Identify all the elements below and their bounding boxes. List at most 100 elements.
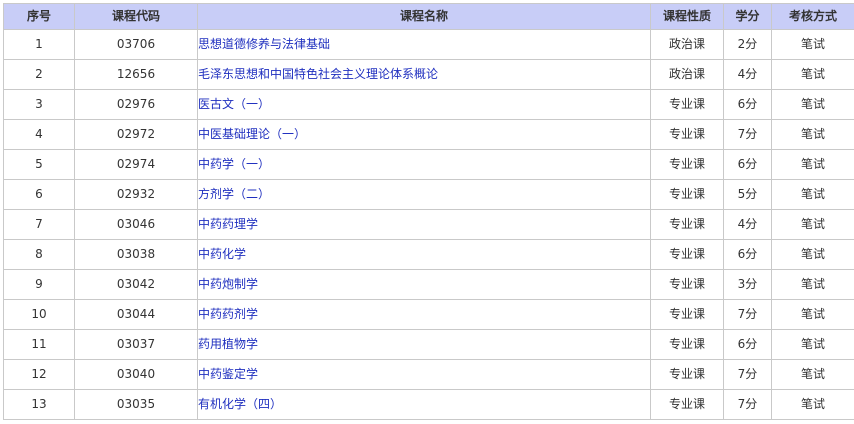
cell-name: 药用植物学 (197, 329, 651, 360)
course-name-link[interactable]: 思想道德修养与法律基础 (199, 37, 331, 51)
cell-name: 方剂学（二） (197, 179, 651, 210)
cell-credits: 2分 (723, 29, 772, 60)
cell-type: 专业课 (650, 239, 724, 270)
cell-index: 7 (3, 209, 75, 240)
cell-type: 政治课 (650, 29, 724, 60)
cell-exam: 笔试 (771, 59, 854, 90)
cell-exam: 笔试 (771, 179, 854, 210)
cell-index: 1 (3, 29, 75, 60)
table-row: 5 02974 中药学（一） 专业课 6分 笔试 (3, 149, 854, 180)
cell-type: 专业课 (650, 119, 724, 150)
cell-name: 中医基础理论（一） (197, 119, 651, 150)
cell-type: 专业课 (650, 269, 724, 300)
cell-credits: 7分 (723, 359, 772, 390)
cell-credits: 3分 (723, 269, 772, 300)
column-header-type: 课程性质 (650, 3, 724, 30)
table-header-row: 序号 课程代码 课程名称 课程性质 学分 考核方式 (3, 3, 854, 30)
cell-code: 03706 (74, 29, 198, 60)
cell-type: 专业课 (650, 359, 724, 390)
table-row: 10 03044 中药药剂学 专业课 7分 笔试 (3, 299, 854, 330)
cell-name: 中药化学 (197, 239, 651, 270)
cell-credits: 6分 (723, 89, 772, 120)
cell-code: 02972 (74, 119, 198, 150)
cell-exam: 笔试 (771, 299, 854, 330)
course-name-link[interactable]: 中药化学 (199, 247, 247, 261)
cell-name: 思想道德修养与法律基础 (197, 29, 651, 60)
cell-credits: 4分 (723, 209, 772, 240)
cell-credits: 7分 (723, 389, 772, 420)
cell-code: 03035 (74, 389, 198, 420)
cell-index: 8 (3, 239, 75, 270)
cell-type: 专业课 (650, 299, 724, 330)
cell-credits: 7分 (723, 119, 772, 150)
course-name-link[interactable]: 中医基础理论（一） (199, 127, 307, 141)
cell-code: 03046 (74, 209, 198, 240)
cell-name: 中药炮制学 (197, 269, 651, 300)
column-header-index: 序号 (3, 3, 75, 30)
table-row: 3 02976 医古文（一） 专业课 6分 笔试 (3, 89, 854, 120)
table-row: 7 03046 中药药理学 专业课 4分 笔试 (3, 209, 854, 240)
course-name-link[interactable]: 药用植物学 (199, 337, 259, 351)
cell-credits: 5分 (723, 179, 772, 210)
course-table: 序号 课程代码 课程名称 课程性质 学分 考核方式 1 03706 思想道德修养与法… (3, 3, 854, 420)
course-name-link[interactable]: 中药鉴定学 (199, 367, 259, 381)
cell-exam: 笔试 (771, 329, 854, 360)
cell-name: 中药药剂学 (197, 299, 651, 330)
cell-exam: 笔试 (771, 89, 854, 120)
cell-type: 专业课 (650, 149, 724, 180)
column-header-code: 课程代码 (74, 3, 198, 30)
cell-code: 03044 (74, 299, 198, 330)
cell-name: 医古文（一） (197, 89, 651, 120)
cell-type: 专业课 (650, 329, 724, 360)
column-header-exam: 考核方式 (771, 3, 854, 30)
cell-index: 4 (3, 119, 75, 150)
cell-name: 中药药理学 (197, 209, 651, 240)
table-row: 2 12656 毛泽东思想和中国特色社会主义理论体系概论 政治课 4分 笔试 (3, 59, 854, 90)
cell-index: 11 (3, 329, 75, 360)
cell-code: 03040 (74, 359, 198, 390)
cell-exam: 笔试 (771, 149, 854, 180)
column-header-name: 课程名称 (197, 3, 651, 30)
cell-exam: 笔试 (771, 209, 854, 240)
cell-credits: 4分 (723, 59, 772, 90)
cell-exam: 笔试 (771, 29, 854, 60)
cell-code: 03042 (74, 269, 198, 300)
course-name-link[interactable]: 中药药剂学 (199, 307, 259, 321)
cell-code: 03037 (74, 329, 198, 360)
cell-code: 02974 (74, 149, 198, 180)
cell-code: 12656 (74, 59, 198, 90)
cell-credits: 6分 (723, 239, 772, 270)
cell-type: 专业课 (650, 179, 724, 210)
course-name-link[interactable]: 毛泽东思想和中国特色社会主义理论体系概论 (199, 67, 439, 81)
table-row: 11 03037 药用植物学 专业课 6分 笔试 (3, 329, 854, 360)
table-row: 13 03035 有机化学（四） 专业课 7分 笔试 (3, 389, 854, 420)
cell-type: 专业课 (650, 389, 724, 420)
cell-index: 12 (3, 359, 75, 390)
cell-code: 02932 (74, 179, 198, 210)
cell-credits: 6分 (723, 149, 772, 180)
course-name-link[interactable]: 中药药理学 (199, 217, 259, 231)
cell-credits: 6分 (723, 329, 772, 360)
course-name-link[interactable]: 中药学（一） (199, 157, 271, 171)
cell-type: 专业课 (650, 209, 724, 240)
cell-index: 3 (3, 89, 75, 120)
course-name-link[interactable]: 医古文（一） (199, 97, 271, 111)
cell-index: 6 (3, 179, 75, 210)
cell-exam: 笔试 (771, 389, 854, 420)
cell-exam: 笔试 (771, 119, 854, 150)
course-name-link[interactable]: 有机化学（四） (199, 397, 283, 411)
column-header-credits: 学分 (723, 3, 772, 30)
cell-index: 13 (3, 389, 75, 420)
cell-exam: 笔试 (771, 269, 854, 300)
cell-code: 02976 (74, 89, 198, 120)
cell-exam: 笔试 (771, 239, 854, 270)
table-row: 4 02972 中医基础理论（一） 专业课 7分 笔试 (3, 119, 854, 150)
cell-code: 03038 (74, 239, 198, 270)
table-row: 1 03706 思想道德修养与法律基础 政治课 2分 笔试 (3, 29, 854, 60)
table-row: 9 03042 中药炮制学 专业课 3分 笔试 (3, 269, 854, 300)
course-name-link[interactable]: 中药炮制学 (199, 277, 259, 291)
table-row: 12 03040 中药鉴定学 专业课 7分 笔试 (3, 359, 854, 390)
table-row: 6 02932 方剂学（二） 专业课 5分 笔试 (3, 179, 854, 210)
course-name-link[interactable]: 方剂学（二） (199, 187, 271, 201)
cell-name: 中药学（一） (197, 149, 651, 180)
